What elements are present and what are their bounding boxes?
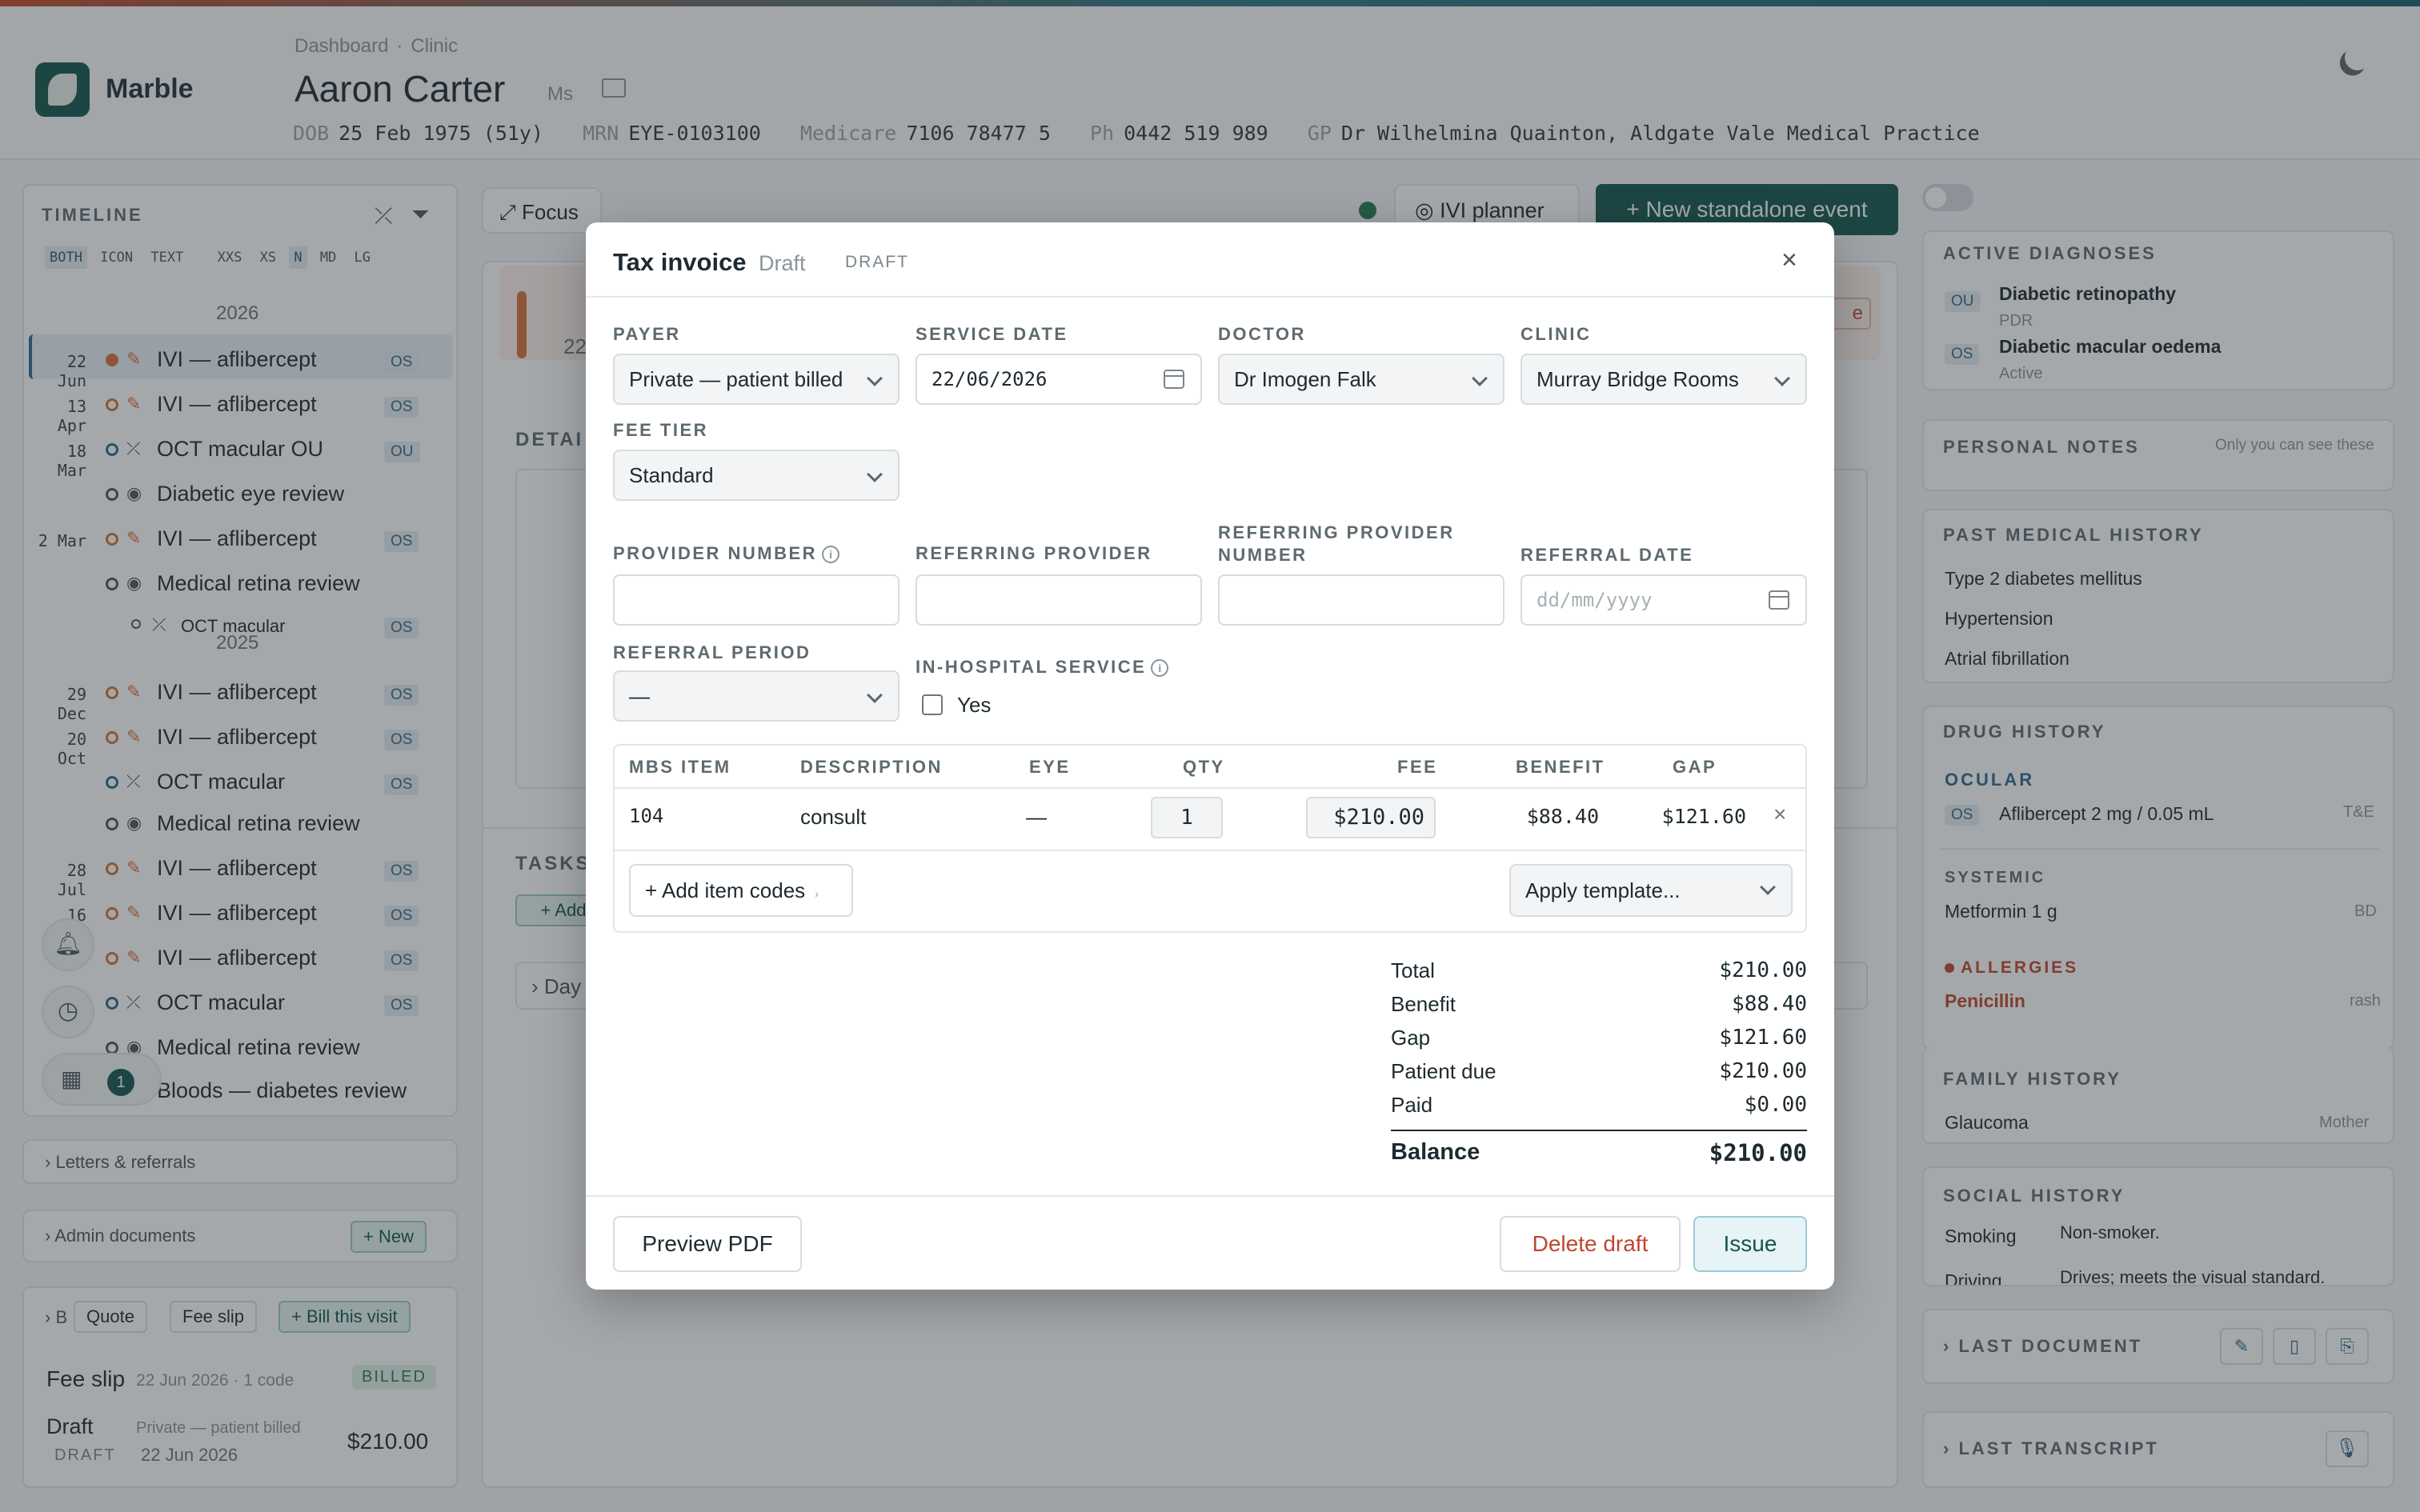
add-item-codes-label: + Add item codes (645, 878, 806, 902)
col-fee: FEE (1397, 757, 1438, 777)
col-eye: EYE (1029, 757, 1071, 777)
in-hospital-checkbox[interactable] (922, 694, 943, 715)
chevron-down-icon (1472, 370, 1488, 386)
referring-provider-label: REFERRING PROVIDER (916, 543, 1152, 563)
row-eye[interactable]: — (1026, 805, 1047, 830)
fee-tier-label: FEE TIER (613, 420, 709, 440)
referring-provider-input[interactable] (916, 574, 1202, 626)
info-icon[interactable]: i (822, 546, 840, 564)
referral-date-placeholder: dd/mm/yyyy (1537, 589, 1653, 611)
issue-button[interactable]: Issue (1693, 1216, 1807, 1272)
col-gap: GAP (1673, 757, 1717, 777)
chevron-down-icon (867, 370, 883, 386)
paid-label: Paid (1391, 1093, 1433, 1117)
clinic-select[interactable]: Murray Bridge Rooms (1521, 354, 1807, 405)
small-chevron-icon: › (815, 887, 819, 900)
fee-tier-select[interactable]: Standard (613, 450, 899, 501)
referral-period-value: — (629, 684, 650, 708)
col-description: DESCRIPTION (800, 757, 943, 777)
modal-status-badge: DRAFT (845, 253, 909, 271)
referring-provider-number-label: REFERRING PROVIDER NUMBER (1218, 522, 1455, 565)
doctor-label: DOCTOR (1218, 324, 1306, 344)
delete-draft-button[interactable]: Delete draft (1500, 1216, 1681, 1272)
benefit-label: Benefit (1391, 992, 1456, 1016)
add-item-codes-button[interactable]: + Add item codes › (629, 864, 853, 917)
patient-due-label: Patient due (1391, 1059, 1496, 1083)
calendar-icon[interactable] (1164, 370, 1184, 389)
in-hospital-service-label: IN-HOSPITAL SERVICE i (916, 656, 1169, 678)
gap-value: $121.60 (1719, 1026, 1807, 1050)
row-description: consult (800, 805, 867, 829)
tax-invoice-modal: Tax invoice Draft DRAFT × PAYER Private … (586, 222, 1834, 1290)
calendar-icon[interactable] (1769, 590, 1789, 610)
payer-value: Private — patient billed (629, 367, 843, 391)
service-date-input[interactable]: 22/06/2026 (916, 354, 1202, 405)
paid-value: $0.00 (1744, 1093, 1807, 1117)
apply-template-value: Apply template... (1525, 878, 1681, 902)
row-benefit: $88.40 (1526, 805, 1599, 828)
doctor-select[interactable]: Dr Imogen Falk (1218, 354, 1504, 405)
remove-row-close-icon[interactable]: × (1773, 802, 1786, 827)
total-value: $210.00 (1719, 958, 1807, 982)
info-icon[interactable]: i (1151, 659, 1169, 678)
provider-number-input[interactable] (613, 574, 899, 626)
in-hospital-yes-label[interactable]: Yes (957, 693, 991, 718)
total-label: Total (1391, 958, 1435, 982)
provider-number-label: PROVIDER NUMBER i (613, 542, 840, 565)
payer-select[interactable]: Private — patient billed (613, 354, 899, 405)
referral-period-select[interactable]: — (613, 670, 899, 722)
referral-date-label: REFERRAL DATE (1521, 545, 1694, 565)
mbs-items-table: MBS ITEM DESCRIPTION EYE QTY FEE BENEFIT… (613, 744, 1807, 933)
balance-value: $210.00 (1709, 1139, 1807, 1166)
gap-label: Gap (1391, 1026, 1431, 1050)
balance-label: Balance (1391, 1139, 1480, 1165)
row-gap: $121.60 (1661, 805, 1746, 828)
benefit-value: $88.40 (1732, 992, 1807, 1016)
close-icon[interactable]: × (1781, 245, 1797, 276)
row-mbs-item: 104 (629, 805, 664, 827)
chevron-down-icon (867, 466, 883, 482)
service-date-label: SERVICE DATE (916, 324, 1068, 344)
col-mbs-item: MBS ITEM (629, 757, 731, 777)
referral-period-label: REFERRAL PERIOD (613, 642, 811, 662)
modal-subtitle: Draft (759, 251, 806, 275)
payer-label: PAYER (613, 324, 681, 344)
service-date-value: 22/06/2026 (932, 368, 1048, 390)
col-qty: QTY (1183, 757, 1225, 777)
col-benefit: BENEFIT (1516, 757, 1605, 777)
preview-pdf-button[interactable]: Preview PDF (613, 1216, 802, 1272)
fee-tier-value: Standard (629, 463, 714, 487)
chevron-down-icon (867, 687, 883, 703)
row-qty-input[interactable]: 1 (1151, 797, 1223, 838)
doctor-value: Dr Imogen Falk (1234, 367, 1376, 391)
chevron-down-icon (1774, 370, 1790, 386)
referring-provider-number-input[interactable] (1218, 574, 1504, 626)
apply-template-select[interactable]: Apply template... (1509, 864, 1793, 917)
modal-title: Tax invoice (613, 248, 747, 276)
row-fee-input[interactable]: $210.00 (1306, 797, 1436, 838)
clinic-label: CLINIC (1521, 324, 1592, 344)
clinic-value: Murray Bridge Rooms (1537, 367, 1739, 391)
referral-date-input[interactable]: dd/mm/yyyy (1521, 574, 1807, 626)
chevron-down-icon (1760, 879, 1776, 895)
patient-due-value: $210.00 (1719, 1059, 1807, 1083)
